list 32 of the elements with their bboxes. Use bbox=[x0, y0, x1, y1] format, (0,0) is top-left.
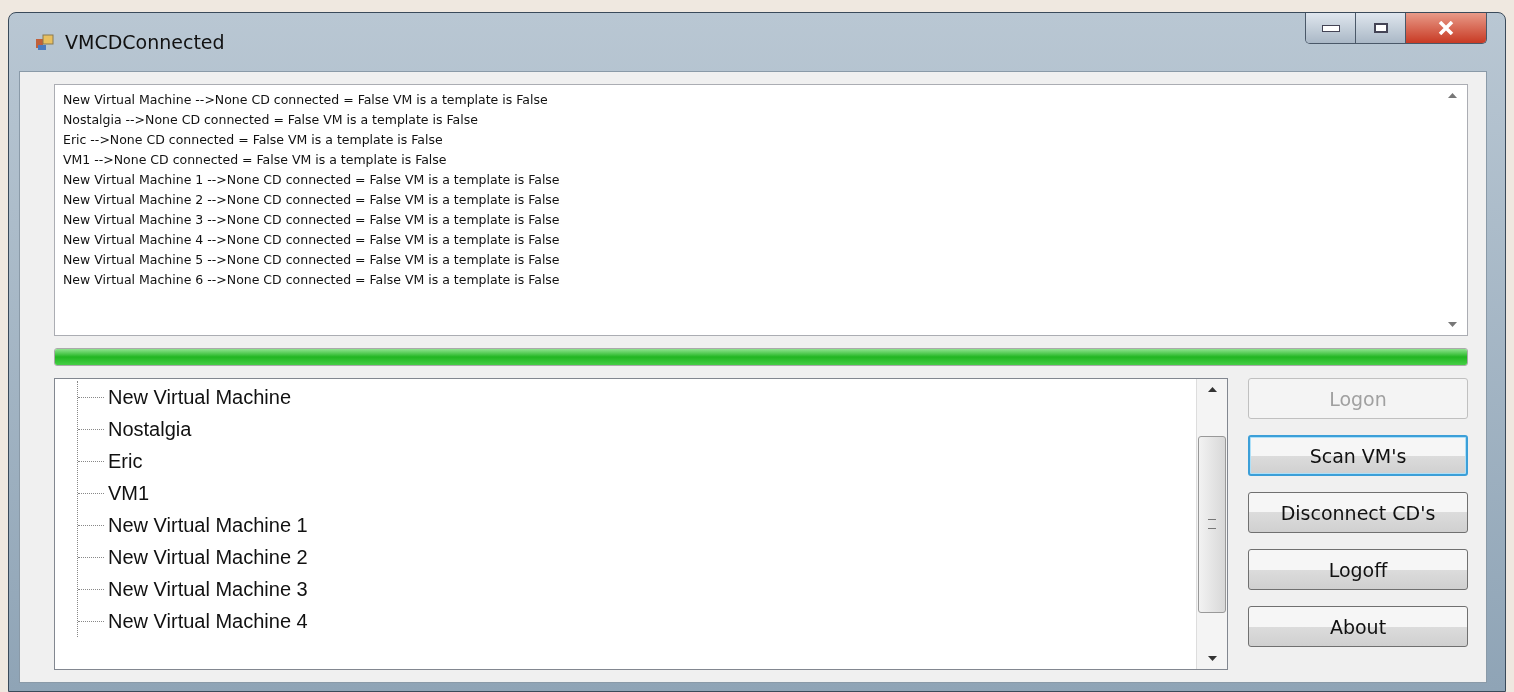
scroll-up-arrow-icon[interactable] bbox=[1207, 387, 1217, 392]
tree-item[interactable]: VM1 bbox=[104, 481, 150, 505]
log-line: New Virtual Machine 5 -->None CD connected = False VM is a template is False bbox=[63, 251, 561, 269]
log-line: Nostalgia -->None CD connected = False VM is a template is False bbox=[63, 111, 479, 129]
tree-view[interactable]: New Virtual Machine Nostalgia Eric VM1 New Virtual Machine 1 New Virtual Machine 2 New Virtual Machine 3 New Virtual Machine 4 bbox=[54, 378, 1228, 670]
action-button[interactable]: Logoff bbox=[1248, 549, 1468, 590]
tree-item[interactable]: New Virtual Machine 3 bbox=[104, 577, 308, 601]
tree-item[interactable]: New Virtual Machine bbox=[104, 385, 292, 409]
window-title: VMCDConnected bbox=[65, 31, 225, 53]
action-button[interactable]: Scan VM's bbox=[1248, 435, 1468, 476]
scrollbar-thumb[interactable] bbox=[1198, 435, 1226, 613]
tree-item[interactable]: New Virtual Machine 4 bbox=[104, 609, 308, 633]
tree-item[interactable]: New Virtual Machine 1 bbox=[104, 513, 308, 537]
log-line: VM1 -->None CD connected = False VM is a template is False bbox=[63, 151, 448, 169]
log-line: New Virtual Machine 4 -->None CD connected = False VM is a template is False bbox=[63, 231, 561, 249]
close-icon bbox=[1438, 21, 1454, 35]
log-line: New Virtual Machine 1 -->None CD connected = False VM is a template is False bbox=[63, 171, 561, 189]
log-line: New Virtual Machine 3 -->None CD connected = False VM is a template is False bbox=[63, 211, 561, 229]
action-button[interactable]: About bbox=[1248, 606, 1468, 647]
close-button[interactable] bbox=[1406, 13, 1486, 43]
tree-item[interactable]: New Virtual Machine 2 bbox=[104, 545, 308, 569]
minimize-button[interactable] bbox=[1306, 13, 1356, 43]
tree-item[interactable]: Eric bbox=[104, 449, 143, 473]
log-line: New Virtual Machine 6 -->None CD connected = False VM is a template is False bbox=[63, 271, 561, 289]
scroll-down-arrow-icon[interactable] bbox=[1207, 656, 1217, 661]
maximize-button[interactable] bbox=[1356, 13, 1406, 43]
log-line: Eric -->None CD connected = False VM is a template is False bbox=[63, 131, 444, 149]
action-button[interactable]: Disconnect CD's bbox=[1248, 492, 1468, 533]
log-line: New Virtual Machine 2 -->None CD connected = False VM is a template is False bbox=[63, 191, 561, 209]
app-icon bbox=[35, 33, 55, 51]
log-line: New Virtual Machine -->None CD connected = False VM is a template is False bbox=[63, 91, 549, 109]
tree-item[interactable]: Nostalgia bbox=[104, 417, 192, 441]
